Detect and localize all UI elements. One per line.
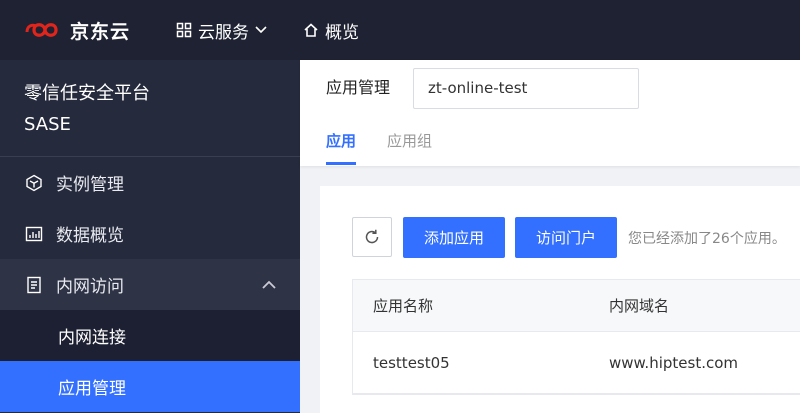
table-header: 应用名称 内网域名	[353, 280, 800, 332]
jdcloud-logo-icon	[25, 23, 58, 37]
sidebar-item-instances[interactable]: 实例管理	[0, 157, 300, 208]
add-app-button[interactable]: 添加应用	[403, 217, 505, 258]
column-header-intranet-domain: 内网域名	[609, 297, 670, 315]
column-header-app-name: 应用名称	[373, 297, 434, 315]
sidebar: 零信任安全平台 SASE 实例管理 数据概览 内网访问 内网连接 应用管理	[0, 60, 300, 413]
refresh-icon	[365, 229, 379, 244]
sidebar-item-label: 内网访问	[56, 277, 124, 297]
overview-label: 概览	[325, 22, 360, 43]
product-subtitle: SASE	[24, 114, 71, 135]
chevron-up-icon[interactable]	[262, 280, 276, 289]
sidebar-subitem-intranet-connection[interactable]: 内网连接	[0, 310, 300, 361]
page-header: 应用管理 zt-online-test 应用 应用组	[300, 60, 800, 166]
sidebar-item-label: 数据概览	[56, 226, 124, 246]
tab-app-groups[interactable]: 应用组	[387, 130, 432, 152]
sidebar-item-intranet-access[interactable]: 内网访问	[0, 259, 300, 310]
sidebar-subitem-label: 内网连接	[58, 328, 126, 348]
main-content: 应用管理 zt-online-test 应用 应用组 添加应用 访问门户 您已经…	[300, 60, 800, 413]
sidebar-subitem-label: 应用管理	[58, 379, 126, 399]
cloud-services-label: 云服务	[198, 22, 250, 43]
sidebar-header: 零信任安全平台 SASE	[0, 60, 300, 157]
chart-icon	[24, 224, 44, 244]
overview-link[interactable]: 概览	[303, 0, 359, 60]
cube-icon	[24, 173, 44, 193]
table-row[interactable]: testtest05 www.hiptest.com	[353, 332, 800, 394]
home-icon	[304, 23, 318, 37]
apps-card: 添加应用 访问门户 您已经添加了26个应用。 应用名称 内网域名 testtes…	[320, 186, 800, 413]
top-navbar: 京东云 云服务 概览	[0, 0, 800, 60]
tab-apps[interactable]: 应用	[326, 130, 356, 152]
sidebar-item-data-overview[interactable]: 数据概览	[0, 208, 300, 259]
page-title: 应用管理	[326, 78, 391, 97]
chevron-down-icon	[255, 26, 267, 34]
app-count-hint: 您已经添加了26个应用。	[628, 231, 786, 247]
active-tab-indicator	[326, 162, 356, 165]
product-title: 零信任安全平台	[24, 83, 150, 104]
instance-selector[interactable]: zt-online-test	[413, 68, 639, 109]
apps-table: 应用名称 内网域名 testtest05 www.hiptest.com	[352, 279, 800, 395]
access-portal-button[interactable]: 访问门户	[515, 217, 617, 258]
jdcloud-logo[interactable]: 京东云	[24, 0, 130, 60]
sidebar-subitem-app-management[interactable]: 应用管理	[0, 361, 300, 412]
refresh-button[interactable]	[352, 217, 392, 257]
document-icon	[24, 275, 44, 295]
sidebar-item-label: 实例管理	[56, 175, 124, 195]
brand-name: 京东云	[70, 20, 131, 43]
cell-intranet-domain: www.hiptest.com	[609, 353, 739, 372]
grid-icon	[176, 22, 192, 38]
cell-app-name: testtest05	[373, 353, 450, 372]
cloud-services-menu[interactable]: 云服务	[176, 0, 273, 60]
